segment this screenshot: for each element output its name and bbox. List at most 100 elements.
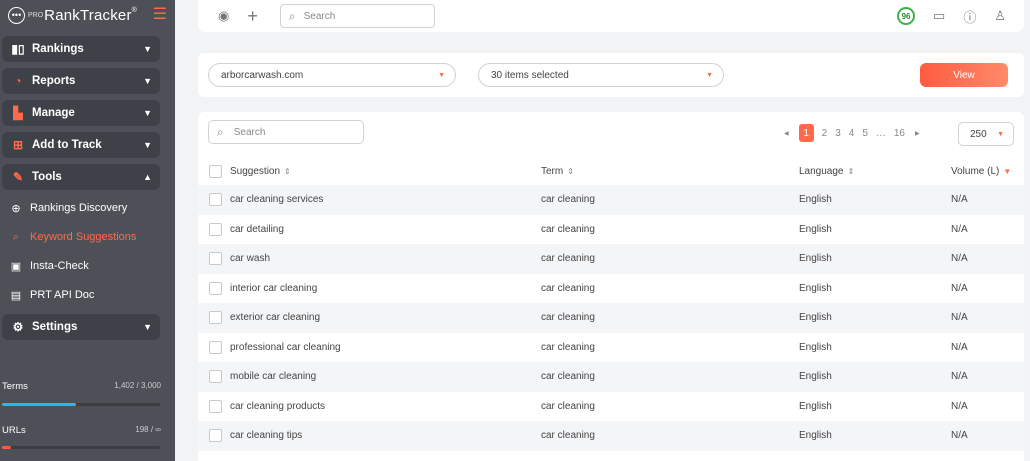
items-select[interactable]: 30 items selected ▼ <box>478 63 724 87</box>
row-checkbox[interactable] <box>209 340 222 354</box>
usage-terms-label: Terms <box>2 381 28 392</box>
table-row[interactable]: car cleaning products car cleaning English… <box>198 392 1024 422</box>
globe-icon: ⊕ <box>11 202 21 215</box>
sidebar-item-label: Rankings Discovery <box>30 202 128 214</box>
sidebar-item-rankings-discovery[interactable]: ⊕ Rankings Discovery <box>10 198 127 218</box>
row-suggestion: car cleaning products <box>230 400 326 412</box>
sidebar-item-keyword-suggestions[interactable]: ⌕ Keyword Suggestions <box>10 227 137 247</box>
chat-icon[interactable]: ▭ <box>933 8 945 24</box>
sidebar-group-reports[interactable]: ◔ Reports ▼ <box>2 68 160 94</box>
domain-select[interactable]: arborcarwash.com ▼ <box>208 63 456 87</box>
sidebar-group-manage[interactable]: ▙ Manage ▼ <box>2 100 160 126</box>
plus-box-icon: ⊞ <box>12 138 24 152</box>
search-icon: ⌕ <box>217 124 224 139</box>
hamburger-menu-icon[interactable]: ☰ <box>153 7 167 23</box>
caret-down-icon: ▼ <box>706 71 713 79</box>
row-volume: N/A <box>951 341 968 353</box>
column-term[interactable]: Term ⇕ <box>541 166 574 177</box>
search-icon: ⌕ <box>288 8 296 23</box>
help-icon[interactable]: ⓘ <box>963 7 976 26</box>
chevron-down-icon: ▼ <box>143 140 152 150</box>
search-placeholder: Search <box>303 10 336 22</box>
sidebar-group-label: Add to Track <box>32 139 102 151</box>
top-search-input[interactable]: ⌕ Search <box>279 4 435 28</box>
row-term: car cleaning <box>541 430 595 442</box>
usage-urls-fill <box>2 446 12 449</box>
row-term: car cleaning <box>541 341 595 353</box>
row-term: car cleaning <box>541 194 595 206</box>
row-checkbox[interactable] <box>209 311 222 325</box>
row-checkbox[interactable] <box>209 399 222 413</box>
row-volume: N/A <box>951 282 968 294</box>
eye-icon[interactable]: ◉ <box>218 8 229 24</box>
row-volume: N/A <box>951 194 968 206</box>
logo[interactable]: ••• PRO RankTracker® ☰ <box>0 0 175 30</box>
usage-terms-bar <box>2 403 160 406</box>
usage-terms-value: 1,402 / 3,000 <box>114 381 161 390</box>
row-checkbox[interactable] <box>209 222 222 236</box>
sidebar: ••• PRO RankTracker® ☰ ▮▯ Rankings ▼ ◔ R… <box>0 0 175 461</box>
sidebar-group-rankings[interactable]: ▮▯ Rankings ▼ <box>2 36 160 62</box>
column-suggestion[interactable]: Suggestion ⇕ <box>230 166 291 177</box>
row-checkbox[interactable] <box>209 429 222 443</box>
prev-page-icon[interactable]: ◀ <box>784 130 789 137</box>
sidebar-group-label: Manage <box>32 107 75 119</box>
row-volume: N/A <box>951 223 968 235</box>
sidebar-group-add-to-track[interactable]: ⊞ Add to Track ▼ <box>2 132 160 158</box>
usage-terms-fill <box>2 403 76 406</box>
page-16[interactable]: 16 <box>894 128 905 139</box>
page-ellipsis: … <box>875 127 886 139</box>
usage-urls-label: URLs <box>2 425 26 436</box>
row-term: car cleaning <box>541 282 595 294</box>
sidebar-item-label: PRT API Doc <box>30 289 95 301</box>
page-1[interactable]: 1 <box>798 124 814 142</box>
page-5[interactable]: 5 <box>862 128 868 139</box>
sidebar-group-tools[interactable]: ✎ Tools ▲ <box>2 164 160 190</box>
page-2[interactable]: 2 <box>822 128 828 139</box>
table-row[interactable]: mobile car cleaning car cleaning English N/… <box>198 362 1024 392</box>
calendar-icon: ▣ <box>10 260 22 273</box>
per-page-select[interactable]: 250 ▼ <box>958 122 1014 146</box>
view-button[interactable]: View <box>920 63 1008 87</box>
sidebar-group-label: Settings <box>32 321 78 333</box>
column-volume[interactable]: Volume (L) ▼ <box>951 166 1011 177</box>
row-checkbox[interactable] <box>209 370 222 384</box>
row-suggestion: interior car cleaning <box>230 282 318 294</box>
row-language: English <box>799 371 832 383</box>
row-suggestion: car detailing <box>230 223 284 235</box>
site-score-badge[interactable]: 96 <box>897 7 916 25</box>
table-row[interactable]: car detailing car cleaning English N/A <box>198 215 1024 245</box>
row-checkbox[interactable] <box>209 281 222 295</box>
table-header: Suggestion ⇕ Term ⇕ Language ⇕ Volume (L) ▼ <box>198 158 1024 185</box>
items-select-value: 30 items selected <box>491 69 569 81</box>
sidebar-group-settings[interactable]: ⚙ Settings ▼ <box>2 314 160 340</box>
row-volume: N/A <box>951 253 968 265</box>
table-search-input[interactable]: ⌕ Search <box>208 120 364 144</box>
table-row[interactable]: car cleaning services car cleaning English… <box>198 185 1024 215</box>
row-suggestion: car cleaning tips <box>230 430 303 442</box>
row-language: English <box>799 312 832 324</box>
table-row[interactable]: professional car cleaning car cleaning Eng… <box>198 333 1024 363</box>
sort-desc-icon: ▼ <box>1003 167 1012 176</box>
row-suggestion: car cleaning services <box>230 194 324 206</box>
gear-icon: ⚙ <box>12 320 24 334</box>
user-icon[interactable]: ♙ <box>994 8 1006 24</box>
row-suggestion: exterior car cleaning <box>230 312 321 324</box>
row-checkbox[interactable] <box>209 193 222 207</box>
page-3[interactable]: 3 <box>835 128 841 139</box>
sidebar-item-insta-check[interactable]: ▣ Insta-Check <box>10 256 89 276</box>
sidebar-item-prt-api-doc[interactable]: ▤ PRT API Doc <box>10 285 95 305</box>
table-row[interactable]: interior car cleaning car cleaning English… <box>198 274 1024 304</box>
table-row[interactable]: car cleaning tips car cleaning English N/A <box>198 421 1024 451</box>
chevron-down-icon: ▼ <box>143 108 152 118</box>
select-all-checkbox[interactable] <box>209 165 222 178</box>
column-language[interactable]: Language ⇕ <box>799 166 854 177</box>
row-checkbox[interactable] <box>209 252 222 266</box>
table-row[interactable]: car wash car cleaning English N/A <box>198 244 1024 274</box>
page-4[interactable]: 4 <box>849 128 855 139</box>
table-row[interactable]: exterior car cleaning car cleaning English… <box>198 303 1024 333</box>
wrench-icon: ✎ <box>12 170 24 184</box>
chevron-down-icon: ▼ <box>143 76 152 86</box>
next-page-icon[interactable]: ▶ <box>915 130 920 137</box>
plus-icon[interactable]: + <box>247 7 258 25</box>
